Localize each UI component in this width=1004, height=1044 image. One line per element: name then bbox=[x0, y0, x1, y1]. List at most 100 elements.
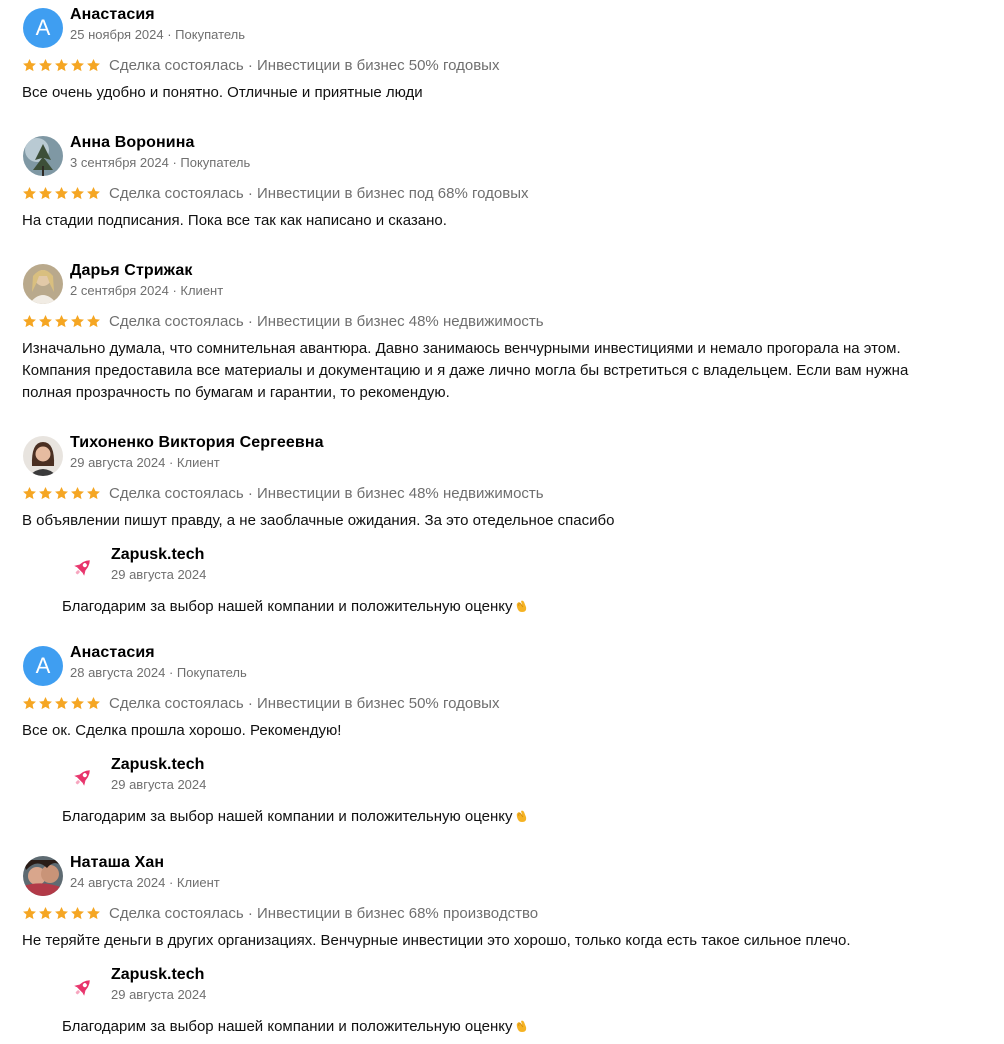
reply-header: Zapusk.tech 29 августа 2024 bbox=[62, 546, 982, 588]
review-meta: 3 сентября 2024 · Покупатель bbox=[70, 155, 251, 170]
review-text: В объявлении пишут правду, а не заоблачн… bbox=[22, 512, 615, 529]
reply-date: 29 августа 2024 bbox=[111, 567, 207, 582]
star-rating bbox=[22, 58, 101, 73]
clapping-hands-icon bbox=[514, 1018, 530, 1034]
reply-text-content: Благодарим за выбор нашей компании и пол… bbox=[62, 808, 513, 825]
star-icon bbox=[39, 486, 52, 499]
star-icon bbox=[87, 486, 100, 499]
user-photo-icon[interactable] bbox=[23, 856, 63, 896]
clapping-hands-icon bbox=[514, 598, 530, 614]
rating-row: Сделка состоялась · Инвестиции в бизнес … bbox=[22, 902, 982, 924]
company-name[interactable]: Zapusk.tech bbox=[111, 756, 204, 774]
star-icon bbox=[71, 696, 84, 709]
review-header: А Анастасия 28 августа 2024 · Покупатель bbox=[22, 644, 982, 686]
review-meta: 25 ноября 2024 · Покупатель bbox=[70, 27, 246, 42]
review-text: Изначально думала, что сомнительная аван… bbox=[22, 340, 909, 401]
reviewer-name[interactable]: Анна Воронина bbox=[70, 134, 194, 152]
star-icon bbox=[71, 58, 84, 71]
reply-date: 29 августа 2024 bbox=[111, 777, 207, 792]
review-header: А Анастасия 25 ноября 2024 · Покупатель bbox=[22, 6, 982, 48]
star-icon bbox=[71, 186, 84, 199]
company-name[interactable]: Zapusk.tech bbox=[111, 966, 204, 984]
company-name[interactable]: Zapusk.tech bbox=[111, 546, 204, 564]
review-header: Дарья Стрижак 2 сентября 2024 · Клиент bbox=[22, 262, 982, 304]
reply-header: Zapusk.tech 29 августа 2024 bbox=[62, 966, 982, 1008]
reviewer-name[interactable]: Анастасия bbox=[70, 644, 155, 662]
deal-info: Сделка состоялась · Инвестиции в бизнес … bbox=[109, 56, 500, 74]
review-meta: 24 августа 2024 · Клиент bbox=[70, 875, 220, 890]
rating-row: Сделка состоялась · Инвестиции в бизнес … bbox=[22, 482, 982, 504]
review-card: Анна Воронина 3 сентября 2024 · Покупате… bbox=[22, 134, 982, 232]
star-rating bbox=[22, 486, 101, 501]
reviewer-name[interactable]: Анастасия bbox=[70, 6, 155, 24]
star-icon bbox=[87, 186, 100, 199]
star-icon bbox=[55, 186, 68, 199]
star-icon bbox=[23, 906, 36, 919]
rocket-logo-icon[interactable] bbox=[62, 548, 102, 588]
user-photo-icon[interactable] bbox=[23, 436, 63, 476]
star-icon bbox=[23, 696, 36, 709]
avatar[interactable]: А bbox=[23, 646, 63, 686]
review-text: Не теряйте деньги в других организациях.… bbox=[22, 932, 851, 949]
star-icon bbox=[23, 186, 36, 199]
review-text: Все очень удобно и понятно. Отличные и п… bbox=[22, 84, 423, 101]
review-header: Тихоненко Виктория Сергеевна 29 августа … bbox=[22, 434, 982, 476]
star-icon bbox=[87, 696, 100, 709]
reply-text: Благодарим за выбор нашей компании и пол… bbox=[62, 806, 982, 828]
review-meta: 29 августа 2024 · Клиент bbox=[70, 455, 220, 470]
star-rating bbox=[22, 314, 101, 329]
star-icon bbox=[71, 906, 84, 919]
reply-text: Благодарим за выбор нашей компании и пол… bbox=[62, 596, 982, 618]
star-rating bbox=[22, 696, 101, 711]
user-photo-icon[interactable] bbox=[23, 264, 63, 304]
rating-row: Сделка состоялась · Инвестиции в бизнес … bbox=[22, 692, 982, 714]
user-photo-icon[interactable] bbox=[23, 136, 63, 176]
star-icon bbox=[55, 906, 68, 919]
star-icon bbox=[55, 314, 68, 327]
star-rating bbox=[22, 186, 101, 201]
review-text: Все ок. Сделка прошла хорошо. Рекомендую… bbox=[22, 722, 342, 739]
deal-info: Сделка состоялась · Инвестиции в бизнес … bbox=[109, 184, 529, 202]
star-icon bbox=[23, 314, 36, 327]
review-meta: 28 августа 2024 · Покупатель bbox=[70, 665, 247, 680]
deal-info: Сделка состоялась · Инвестиции в бизнес … bbox=[109, 312, 544, 330]
reviewer-name[interactable]: Наташа Хан bbox=[70, 854, 164, 872]
clapping-hands-icon bbox=[514, 808, 530, 824]
rating-row: Сделка состоялась · Инвестиции в бизнес … bbox=[22, 182, 982, 204]
star-icon bbox=[55, 58, 68, 71]
reply-header: Zapusk.tech 29 августа 2024 bbox=[62, 756, 982, 798]
company-reply: Zapusk.tech 29 августа 2024 Благодарим з… bbox=[62, 966, 982, 1038]
avatar[interactable]: А bbox=[23, 8, 63, 48]
company-reply: Zapusk.tech 29 августа 2024 Благодарим з… bbox=[62, 756, 982, 828]
star-icon bbox=[87, 58, 100, 71]
review-card: Дарья Стрижак 2 сентября 2024 · Клиент С… bbox=[22, 262, 982, 404]
reviewer-name[interactable]: Тихоненко Виктория Сергеевна bbox=[70, 434, 324, 452]
reply-text: Благодарим за выбор нашей компании и пол… bbox=[62, 1016, 982, 1038]
star-icon bbox=[55, 696, 68, 709]
star-icon bbox=[39, 696, 52, 709]
star-icon bbox=[23, 486, 36, 499]
review-header: Анна Воронина 3 сентября 2024 · Покупате… bbox=[22, 134, 982, 176]
star-icon bbox=[39, 186, 52, 199]
deal-info: Сделка состоялась · Инвестиции в бизнес … bbox=[109, 904, 539, 922]
review-card: А Анастасия 25 ноября 2024 · Покупатель … bbox=[22, 6, 982, 104]
deal-info: Сделка состоялась · Инвестиции в бизнес … bbox=[109, 694, 500, 712]
deal-info: Сделка состоялась · Инвестиции в бизнес … bbox=[109, 484, 544, 502]
rating-row: Сделка состоялась · Инвестиции в бизнес … bbox=[22, 310, 982, 332]
reviewer-name[interactable]: Дарья Стрижак bbox=[70, 262, 192, 280]
star-icon bbox=[39, 906, 52, 919]
review-text: На стадии подписания. Пока все так как н… bbox=[22, 212, 447, 229]
review-card: Тихоненко Виктория Сергеевна 29 августа … bbox=[22, 434, 982, 618]
star-icon bbox=[39, 314, 52, 327]
company-reply: Zapusk.tech 29 августа 2024 Благодарим з… bbox=[62, 546, 982, 618]
review-card: Наташа Хан 24 августа 2024 · Клиент Сдел… bbox=[22, 854, 982, 1038]
star-icon bbox=[55, 486, 68, 499]
star-icon bbox=[39, 58, 52, 71]
rocket-logo-icon[interactable] bbox=[62, 758, 102, 798]
star-icon bbox=[87, 906, 100, 919]
star-rating bbox=[22, 906, 101, 921]
star-icon bbox=[71, 314, 84, 327]
rocket-logo-icon[interactable] bbox=[62, 968, 102, 1008]
reply-text-content: Благодарим за выбор нашей компании и пол… bbox=[62, 598, 513, 615]
review-meta: 2 сентября 2024 · Клиент bbox=[70, 283, 224, 298]
